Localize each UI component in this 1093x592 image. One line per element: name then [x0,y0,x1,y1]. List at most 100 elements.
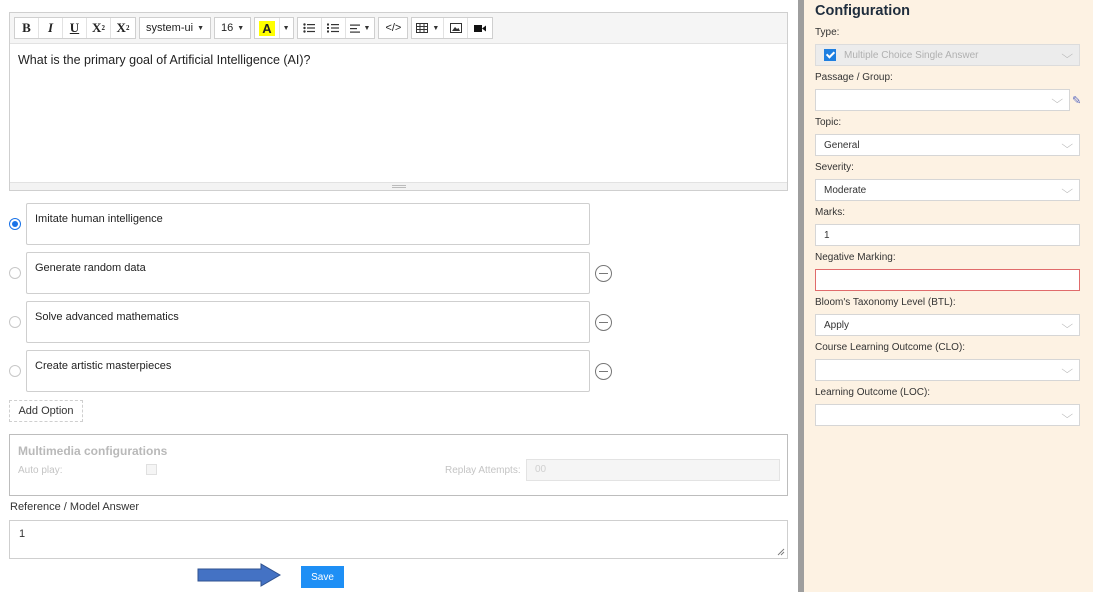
font-size-select[interactable]: 16 ▼ [214,17,252,39]
passage-label: Passage / Group: [815,72,893,83]
grip-icon [391,185,406,188]
image-icon [449,23,462,33]
chevron-down-icon: ⌵ [1060,319,1073,331]
font-family-value: system-ui [146,22,194,34]
reference-answer-textarea[interactable]: 1 [9,520,788,559]
edit-pencil-icon[interactable]: ✎ [1072,94,1081,107]
image-button[interactable] [444,18,469,38]
video-camera-icon [474,24,487,32]
caret-down-icon: ▼ [363,24,371,32]
question-editor: B I U X2 X2 system-ui ▼ 16 ▼ A ▼ ▼ </> ▼… [9,12,788,191]
option-radio-3[interactable] [9,316,21,328]
btl-value: Apply [824,319,850,331]
chevron-down-icon: ⌵ [1050,94,1063,106]
code-view-button[interactable]: </> [379,18,407,38]
auto-play-label: Auto play: [18,465,63,476]
remove-option-icon[interactable] [595,363,612,380]
font-size-value: 16 [221,22,234,34]
severity-value: Moderate [824,184,867,196]
option-input-1[interactable]: Imitate human intelligence [26,203,590,245]
chevron-down-icon: ⌵ [1060,364,1073,376]
clo-select[interactable]: ⌵ [815,359,1080,381]
chevron-down-icon: ⌵ [1060,184,1073,196]
config-title: Configuration [815,3,911,19]
font-size-button[interactable]: 16 ▼ [215,18,250,38]
align-left-icon [349,24,360,33]
align-button[interactable]: ▼ [346,18,375,38]
arrow-pointer-icon [197,563,281,587]
table-icon [416,23,429,33]
chevron-down-icon: ⌵ [1060,409,1073,421]
option-row: Create artistic masterpieces [9,350,619,392]
reference-answer-label: Reference / Model Answer [10,501,140,513]
code-group: </> [378,17,409,39]
font-family-select[interactable]: system-ui ▼ [139,17,211,39]
editor-resize-handle[interactable] [10,182,787,190]
passage-select[interactable]: ⌵ [815,89,1070,111]
editor-toolbar: B I U X2 X2 system-ui ▼ 16 ▼ A ▼ ▼ </> ▼ [10,13,787,44]
configuration-panel: Configuration Type: Multiple Choice Sing… [804,0,1093,592]
loc-select[interactable]: ⌵ [815,404,1080,426]
bold-button[interactable]: B [15,18,39,38]
save-button[interactable]: Save [301,566,344,588]
bullet-list-button[interactable] [298,18,322,38]
option-row: Imitate human intelligence [9,203,619,245]
option-radio-4[interactable] [9,365,21,377]
remove-option-icon[interactable] [595,265,612,282]
text-color-dropdown[interactable]: ▼ [280,18,293,38]
reference-answer-value: 1 [19,528,26,540]
loc-label: Learning Outcome (LOC): [815,387,931,398]
caret-down-icon: ▼ [197,24,204,32]
option-input-3[interactable]: Solve advanced mathematics [26,301,590,343]
caret-down-icon: ▼ [432,24,440,32]
subscript-label: X [116,20,126,35]
btl-select[interactable]: Apply ⌵ [815,314,1080,336]
marks-input[interactable]: 1 [815,224,1080,246]
option-radio-2[interactable] [9,267,21,279]
numbered-list-icon [327,23,340,33]
topic-value: General [824,139,860,151]
question-text[interactable]: What is the primary goal of Artificial I… [10,44,787,184]
option-radio-1[interactable] [9,218,21,230]
severity-label: Severity: [815,162,854,173]
option-row: Generate random data [9,252,619,294]
add-option-button[interactable]: Add Option [9,400,83,422]
video-button[interactable] [468,18,492,38]
caret-down-icon: ▼ [237,24,245,32]
multimedia-title: Multimedia configurations [18,444,168,458]
negative-marking-input[interactable] [815,269,1080,291]
color-group: A ▼ [254,17,294,39]
option-row: Solve advanced mathematics [9,301,619,343]
chevron-down-icon: ⌵ [1060,139,1073,151]
list-group: ▼ [296,17,376,39]
subscript-button[interactable]: X2 [111,18,135,38]
underline-button[interactable]: U [63,18,87,38]
font-family-button[interactable]: system-ui ▼ [140,18,210,38]
auto-play-checkbox[interactable] [146,464,157,475]
bullet-list-icon [303,23,316,33]
replay-attempts-label: Replay Attempts: [445,465,521,476]
marks-label: Marks: [815,207,845,218]
severity-select[interactable]: Moderate ⌵ [815,179,1080,201]
clo-label: Course Learning Outcome (CLO): [815,342,966,353]
superscript-button[interactable]: X2 [87,18,111,38]
text-color-icon: A [259,20,275,36]
text-color-button[interactable]: A [255,18,280,38]
resize-grip-icon[interactable] [777,548,785,556]
option-input-4[interactable]: Create artistic masterpieces [26,350,590,392]
caret-down-icon: ▼ [282,24,290,32]
format-group: B I U X2 X2 [14,17,136,39]
option-input-2[interactable]: Generate random data [26,252,590,294]
italic-button[interactable]: I [39,18,63,38]
insert-group: ▼ [411,17,494,39]
multimedia-config-box: Multimedia configurations Auto play: Rep… [9,434,788,496]
table-button[interactable]: ▼ [412,18,445,38]
topic-select[interactable]: General ⌵ [815,134,1080,156]
chevron-down-icon: ⌵ [1060,49,1073,61]
checkbox-checked-icon [824,49,836,61]
negative-marking-label: Negative Marking: [815,252,896,263]
replay-attempts-input[interactable]: 00 [526,459,780,481]
type-select[interactable]: Multiple Choice Single Answer ⌵ [815,44,1080,66]
numbered-list-button[interactable] [322,18,346,38]
remove-option-icon[interactable] [595,314,612,331]
